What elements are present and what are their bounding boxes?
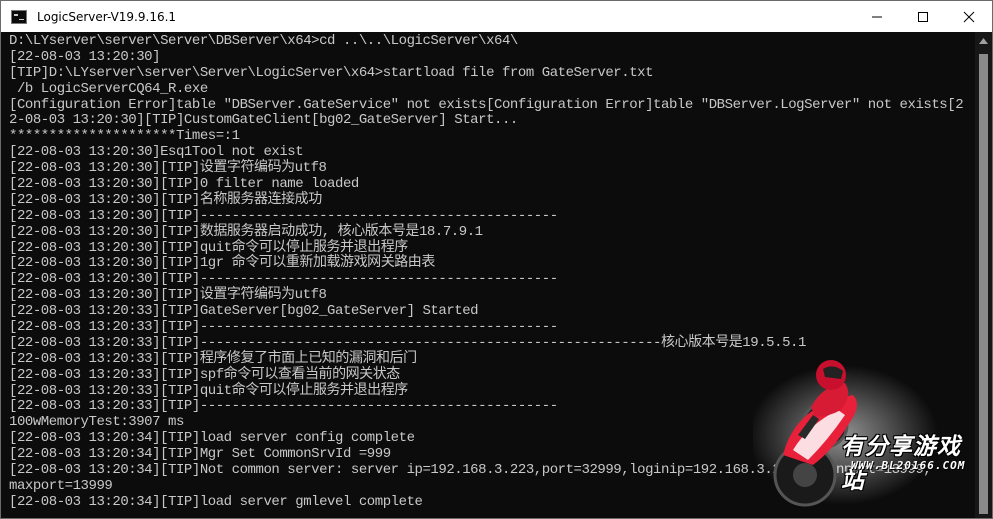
console-line: [22-08-03 13:20:30][TIP]名称服务器连接成功	[9, 191, 322, 208]
console-line: [22-08-03 13:20:33][TIP]----------------…	[9, 334, 806, 351]
console-line: /b LogicServerCQ64_R.exe	[9, 80, 208, 97]
console-line: [22-08-03 13:20:30]Esq1Tool not exist	[9, 144, 304, 161]
console-line: [22-08-03 13:20:33][TIP]----------------…	[9, 319, 558, 336]
close-icon	[963, 11, 975, 22]
console-line: [TIP]D:\LYserver\server\Server\LogicServ…	[9, 64, 654, 81]
window-controls	[854, 1, 992, 32]
minimize-icon	[872, 16, 882, 17]
console-line: *********************Times=:1	[9, 128, 240, 145]
console-line: [22-08-03 13:20:30][TIP]设置字符编码为utf8	[9, 287, 327, 304]
window-title: LogicServer-V19.9.16.1	[37, 9, 177, 24]
console-window: LogicServer-V19.9.16.1 D:\LYserver\serve…	[0, 0, 993, 519]
console-line: [22-08-03 13:20:30][TIP]1gr 命令可以重新加载游戏网关…	[9, 255, 435, 272]
console-line: [22-08-03 13:20:30]	[9, 48, 161, 65]
console-line: [22-08-03 13:20:30][TIP]----------------…	[9, 271, 558, 288]
console-line: [22-08-03 13:20:33][TIP]GateServer[bg02_…	[9, 303, 479, 320]
console-line: D:\LYserver\server\Server\DBServer\x64>c…	[9, 33, 518, 49]
scroll-up-arrow-icon	[979, 37, 988, 44]
console-line: [22-08-03 13:20:30][TIP]设置字符编码为utf8	[9, 160, 327, 177]
maximize-button[interactable]	[900, 1, 946, 32]
watermark-url: WWW.BL20166.COM	[851, 459, 966, 472]
console-line: [Configuration Error]table "DBServer.Gat…	[9, 96, 964, 113]
title-bar[interactable]: LogicServer-V19.9.16.1	[1, 1, 992, 32]
site-watermark: 有分享游戏站 WWW.BL20166.COM	[753, 355, 978, 518]
console-line: [22-08-03 13:20:30][TIP]----------------…	[9, 207, 558, 224]
scroll-thumb[interactable]	[979, 54, 988, 514]
close-button[interactable]	[946, 1, 992, 32]
console-line: [22-08-03 13:20:30][TIP]数据服务器启动成功, 核心版本号…	[9, 223, 483, 240]
console-line: 2-08-03 13:20:30][TIP]CustomGateClient[b…	[9, 112, 518, 129]
console-line: [22-08-03 13:20:30][TIP]0 filter name lo…	[9, 176, 359, 193]
console-app-icon	[11, 9, 27, 24]
scroll-up-button[interactable]	[975, 32, 992, 49]
maximize-icon	[918, 11, 928, 22]
minimize-button[interactable]	[854, 1, 900, 32]
